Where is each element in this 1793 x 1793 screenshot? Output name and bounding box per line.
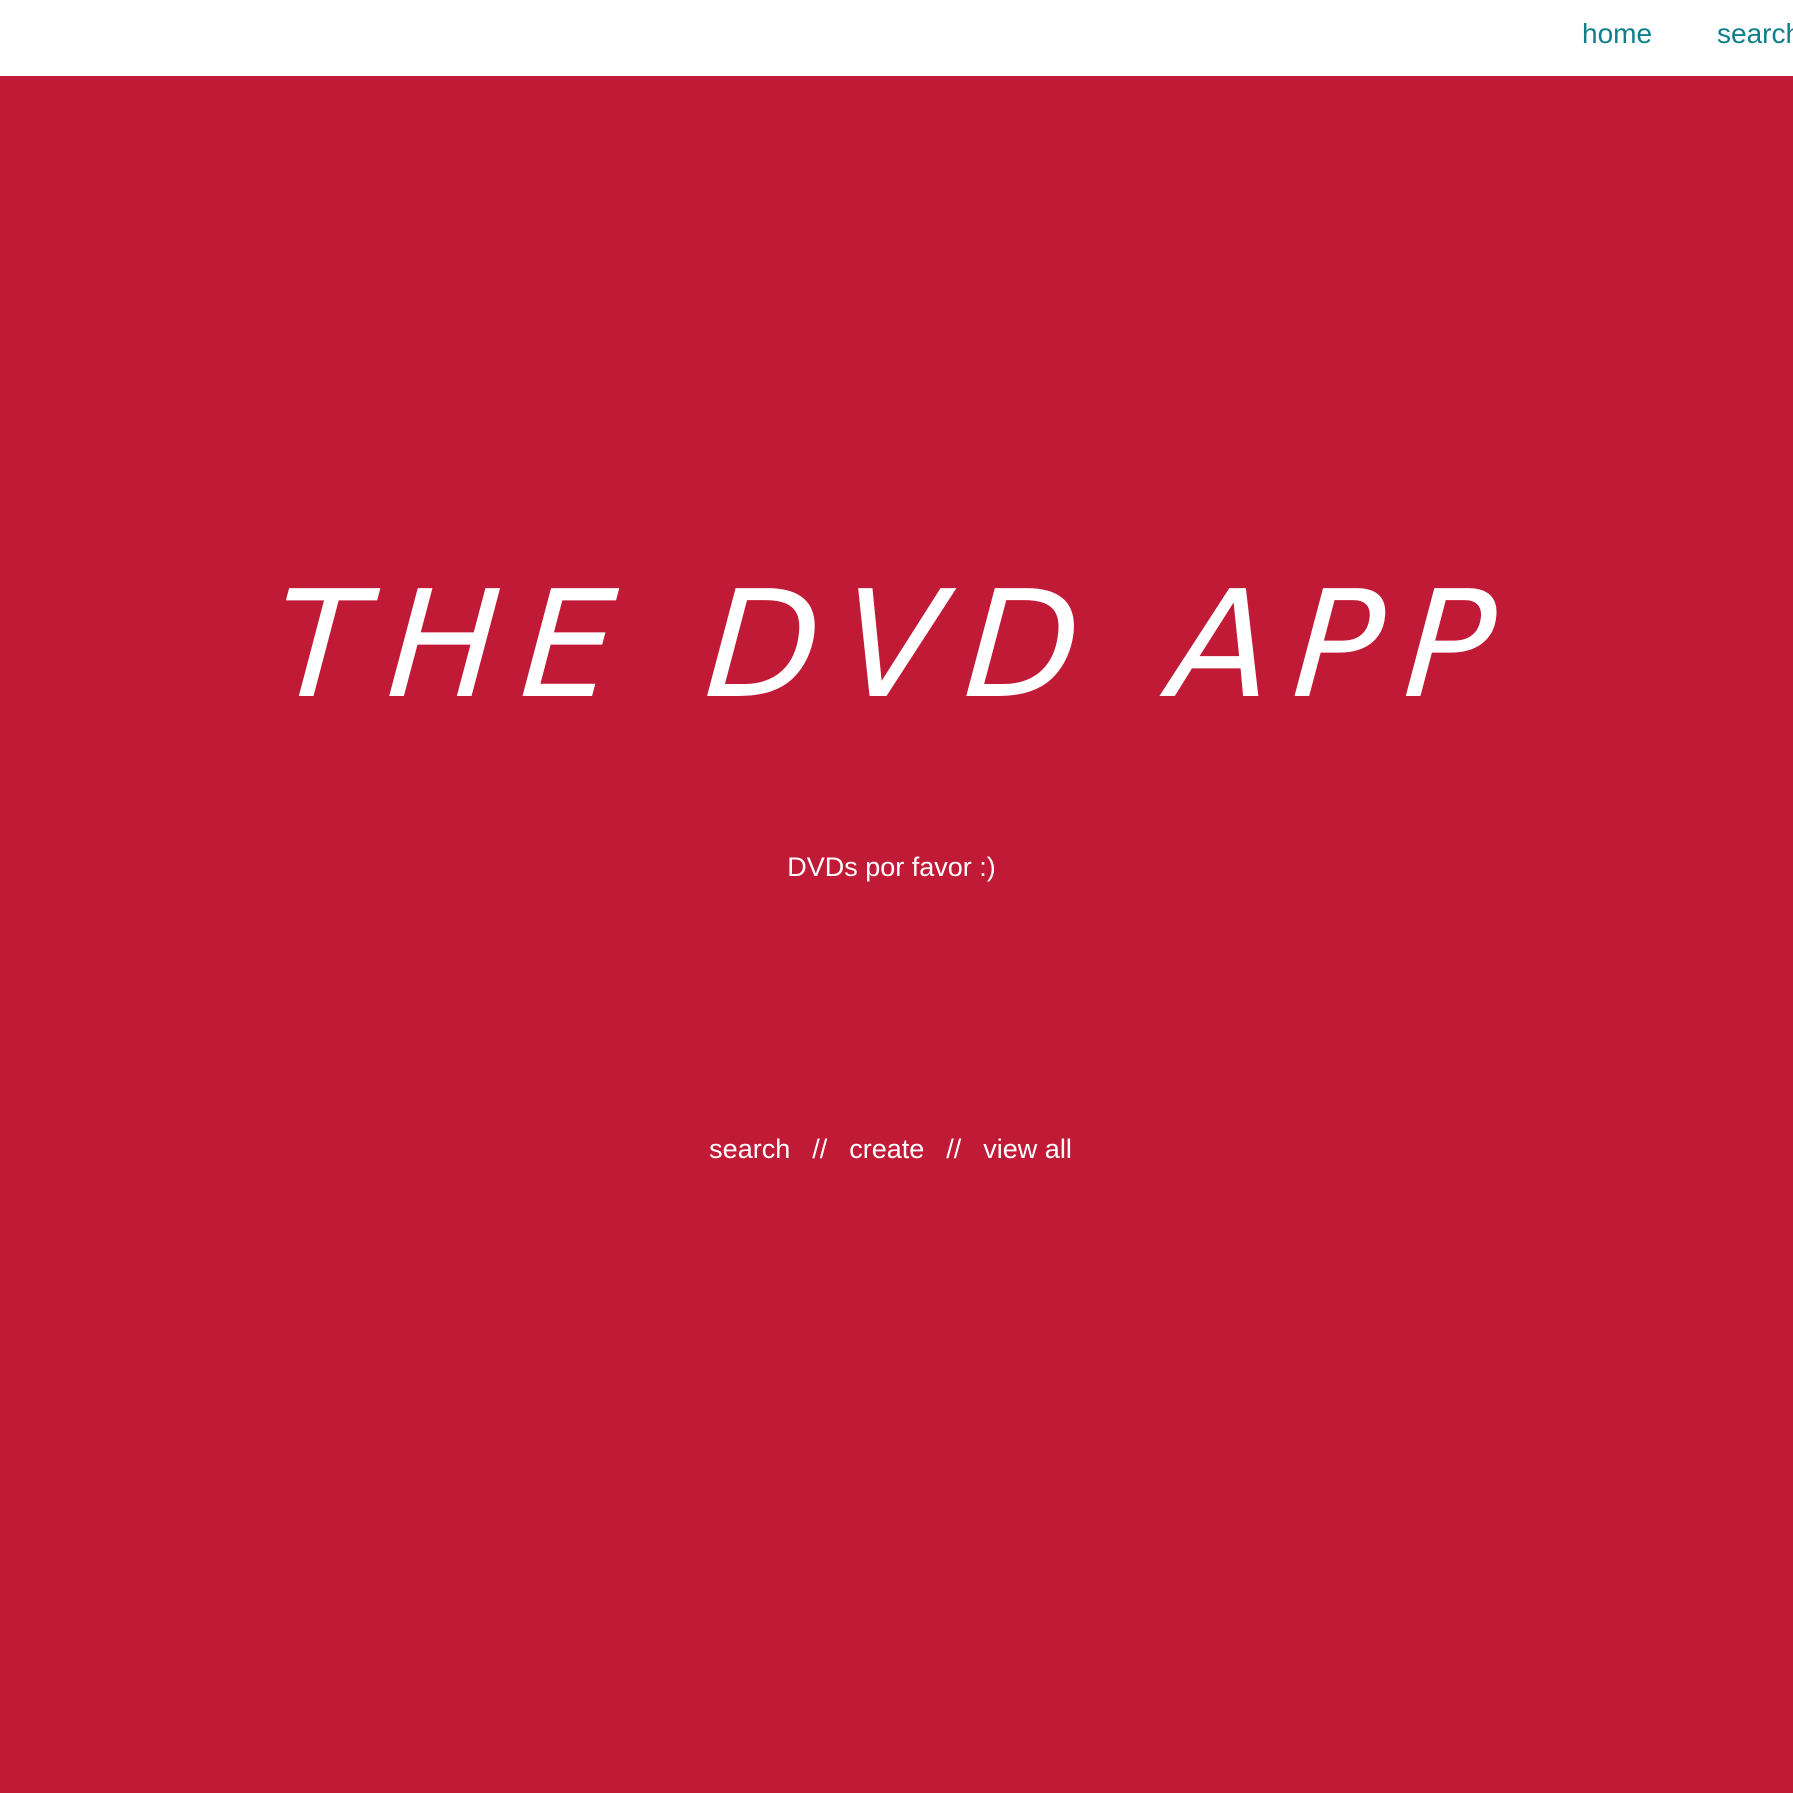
view-all-link[interactable]: view all [983, 1134, 1072, 1164]
separator: // [812, 1134, 828, 1164]
hero-action-links: search // create // view all [0, 1129, 1781, 1169]
app-title: THE DVD APP [270, 559, 1523, 731]
separator: // [946, 1134, 962, 1164]
search-link[interactable]: search [709, 1134, 790, 1164]
nav-home-link[interactable]: home [1582, 16, 1652, 52]
nav-search-link[interactable]: search [1717, 16, 1793, 52]
app-subtitle: DVDs por favor :) [787, 852, 996, 882]
top-navigation-bar: home search [0, 0, 1793, 76]
hero-section [0, 76, 1793, 1793]
create-link[interactable]: create [849, 1134, 924, 1164]
